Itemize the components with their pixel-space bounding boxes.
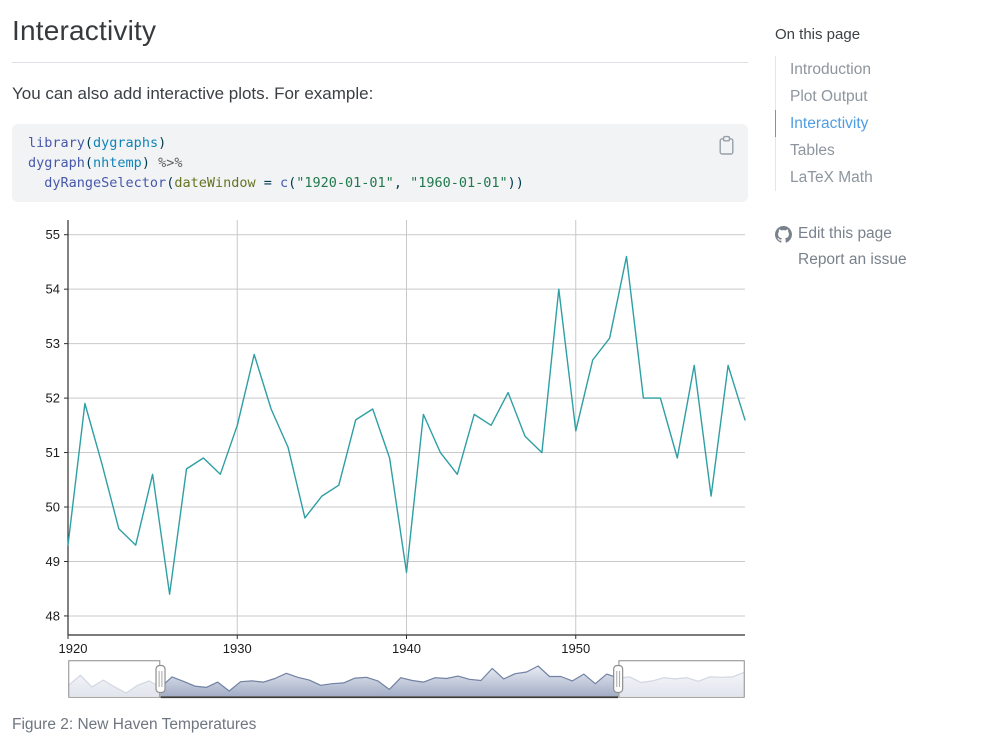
code-token: "1960-01-01" [410,175,508,191]
svg-text:48: 48 [46,608,60,623]
page-title: Interactivity [12,15,748,47]
code-token: )) [508,175,524,191]
edit-this-page-label: Edit this page [798,224,892,244]
toc-item-tables[interactable]: Tables [776,137,991,164]
github-icon [775,226,792,243]
svg-text:54: 54 [46,282,60,297]
code-content[interactable]: library(dygraphs) dygraph(nhtemp) %>% dy… [28,133,732,193]
main-content: Interactivity You can also add interacti… [12,0,748,734]
toc-item-plot-output[interactable]: Plot Output [776,83,991,110]
dygraph-figure: 48 49 50 51 52 53 54 55 1920 1930 1940 1950 Figure … [12,220,748,734]
svg-text:1940: 1940 [392,641,421,656]
svg-text:55: 55 [46,227,60,242]
range-selector[interactable] [68,660,745,700]
edit-this-page-link[interactable]: Edit this page [775,221,991,247]
svg-text:51: 51 [46,445,60,460]
issue-icon-slot [775,252,792,269]
code-token: ) [158,135,166,151]
intro-text: You can also add interactive plots. For … [12,84,748,104]
svg-text:1950: 1950 [561,641,590,656]
clipboard-icon [717,135,736,156]
temperature-line-chart[interactable]: 48 49 50 51 52 53 54 55 1920 1930 1940 1950 [12,220,748,657]
code-token: library [28,135,85,151]
svg-text:50: 50 [46,500,60,515]
code-token: c [280,175,288,191]
code-token: = [256,175,280,191]
svg-text:52: 52 [46,391,60,406]
on-this-page-sidebar: On this page Introduction Plot Output In… [775,26,991,273]
toc-item-interactivity[interactable]: Interactivity [775,110,991,137]
figure-caption: Figure 2: New Haven Temperatures [12,716,748,734]
page: Interactivity You can also add interacti… [0,0,1000,749]
code-token[interactable]: dyRangeSelector [44,175,166,191]
svg-text:49: 49 [46,554,60,569]
toc-item-introduction[interactable]: Introduction [776,56,991,83]
code-token [28,175,44,191]
copy-code-button[interactable] [715,133,738,161]
svg-text:53: 53 [46,336,60,351]
toc-title: On this page [775,26,991,43]
code-token: dateWindow [174,175,255,191]
report-an-issue-label: Report an issue [798,250,907,270]
code-token: "1920-01-01" [296,175,394,191]
code-token: %>% [158,155,182,171]
code-token[interactable]: dygraph [28,155,85,171]
report-an-issue-link[interactable]: Report an issue [775,247,991,273]
toc-item-latex-math[interactable]: LaTeX Math [776,164,991,191]
svg-text:1920: 1920 [59,641,88,656]
code-block: library(dygraphs) dygraph(nhtemp) %>% dy… [12,124,748,202]
code-token: ( [85,135,93,151]
code-token: ( [85,155,93,171]
toc-list: Introduction Plot Output Interactivity T… [775,56,991,191]
code-token: , [394,175,410,191]
svg-text:1930: 1930 [223,641,252,656]
code-token[interactable]: dygraphs [93,135,158,151]
toc-tools: Edit this page Report an issue [775,221,991,273]
title-divider [12,62,748,63]
code-token[interactable]: nhtemp [93,155,142,171]
code-token: ) [142,155,158,171]
